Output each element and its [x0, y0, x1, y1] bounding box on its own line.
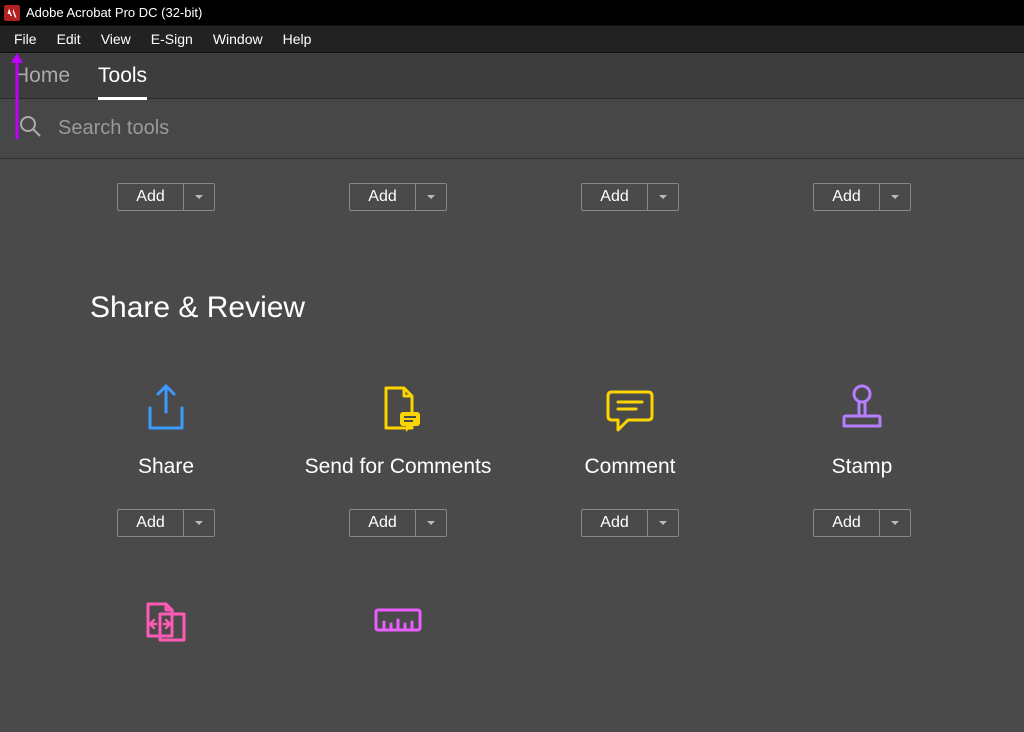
tab-home[interactable]: Home — [14, 56, 70, 96]
add-button-dropdown[interactable] — [647, 183, 679, 211]
add-button: Add — [581, 183, 678, 211]
add-button-main[interactable]: Add — [117, 509, 182, 537]
compare-icon — [136, 585, 196, 655]
menu-file[interactable]: File — [4, 28, 47, 50]
tool-fill-sign[interactable]: Fill & Sign Add — [282, 159, 514, 211]
tabbar: Home Tools — [0, 53, 1024, 99]
menu-window[interactable]: Window — [203, 28, 273, 50]
tool-label: Comment — [584, 455, 675, 485]
tool-label: Send for Comments — [305, 455, 492, 485]
add-button: Add — [349, 509, 446, 537]
tool-label: Share — [138, 455, 194, 485]
add-button-main[interactable]: Add — [581, 183, 646, 211]
tool-send-comments[interactable]: Send for Comments Add — [282, 373, 514, 537]
tool-row-bottom — [0, 585, 1024, 655]
stamp-icon — [832, 373, 892, 443]
menu-esign[interactable]: E-Sign — [141, 28, 203, 50]
tool-label: Stamp — [832, 455, 893, 485]
add-button-dropdown[interactable] — [879, 183, 911, 211]
section-title-share-review: Share & Review — [0, 291, 1024, 325]
add-button: Add — [117, 183, 214, 211]
add-button-dropdown[interactable] — [183, 183, 215, 211]
add-button-main[interactable]: Add — [581, 509, 646, 537]
add-button-main[interactable]: Add — [813, 183, 878, 211]
comment-icon — [600, 373, 660, 443]
tool-prepare-form[interactable]: Prepare Form Add — [514, 159, 746, 211]
add-button: Add — [117, 509, 214, 537]
tool-request-esignatures[interactable]: Request E-Signatures Add — [50, 159, 282, 211]
tool-measure[interactable] — [282, 585, 514, 655]
menu-edit[interactable]: Edit — [47, 28, 91, 50]
menu-view[interactable]: View — [91, 28, 141, 50]
add-button-dropdown[interactable] — [415, 509, 447, 537]
measure-icon — [368, 585, 428, 655]
share-icon — [136, 373, 196, 443]
add-button-main[interactable]: Add — [813, 509, 878, 537]
tool-row-signatures: Request E-Signatures Add Fill & Sign Add… — [0, 159, 1024, 211]
add-button: Add — [581, 509, 678, 537]
tool-comment[interactable]: Comment Add — [514, 373, 746, 537]
tools-content: Request E-Signatures Add Fill & Sign Add… — [0, 159, 1024, 732]
window-titlebar: Adobe Acrobat Pro DC (32-bit) — [0, 0, 1024, 25]
app-title: Adobe Acrobat Pro DC (32-bit) — [26, 5, 202, 20]
send-comments-icon — [368, 373, 428, 443]
tool-compare-files[interactable] — [50, 585, 282, 655]
add-button-dropdown[interactable] — [183, 509, 215, 537]
add-button-main[interactable]: Add — [117, 183, 182, 211]
add-button-dropdown[interactable] — [415, 183, 447, 211]
tool-certificates[interactable]: Certificates Add — [746, 159, 978, 211]
add-button: Add — [813, 509, 910, 537]
tool-stamp[interactable]: Stamp Add — [746, 373, 978, 537]
tab-tools[interactable]: Tools — [98, 56, 147, 96]
add-button-dropdown[interactable] — [647, 509, 679, 537]
menubar: File Edit View E-Sign Window Help — [0, 25, 1024, 53]
menu-help[interactable]: Help — [273, 28, 322, 50]
add-button-dropdown[interactable] — [879, 509, 911, 537]
tool-row-share-review: Share Add Send for Comments Add — [0, 373, 1024, 537]
search-input[interactable] — [58, 117, 1006, 140]
tool-share[interactable]: Share Add — [50, 373, 282, 537]
add-button: Add — [813, 183, 910, 211]
searchbar — [0, 99, 1024, 159]
add-button-main[interactable]: Add — [349, 183, 414, 211]
search-icon — [18, 114, 42, 143]
add-button-main[interactable]: Add — [349, 509, 414, 537]
add-button: Add — [349, 183, 446, 211]
app-icon — [4, 5, 20, 21]
